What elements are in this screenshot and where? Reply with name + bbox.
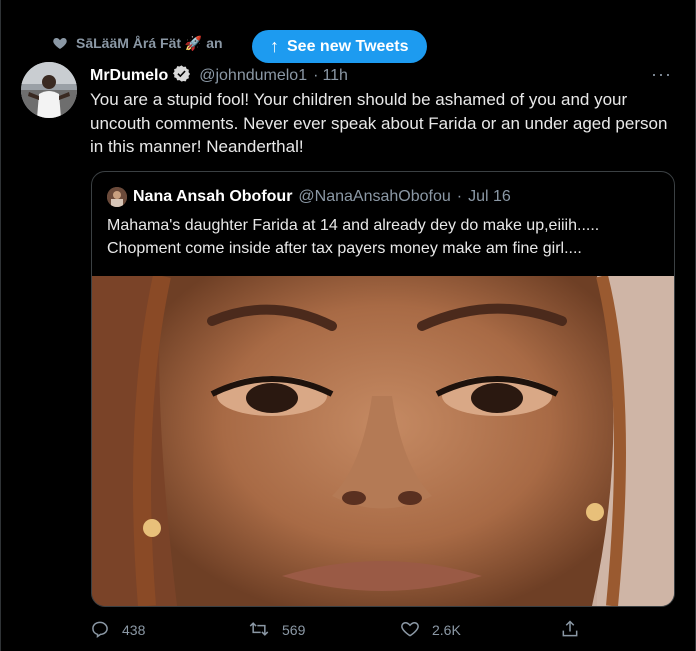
share-icon (560, 619, 580, 642)
reply-icon (90, 619, 110, 642)
reply-button[interactable]: 438 (90, 619, 145, 642)
quoted-author-name: Nana Ansah Obofour (133, 188, 293, 205)
reply-count: 438 (122, 622, 146, 638)
tweet-header: MrDumelo @johndumelo1 · 11h (90, 64, 348, 88)
arrow-up-icon: ↑ (270, 36, 279, 56)
tweet-text: You are a stupid fool! Your children sho… (90, 90, 668, 156)
quoted-tweet-text: Mahama's daughter Farida at 14 and alrea… (107, 217, 600, 257)
heart-icon (52, 35, 68, 51)
quoted-date: Jul 16 (468, 188, 511, 205)
retweet-count: 569 (282, 622, 306, 638)
social-context-text[interactable]: SāLääM Årá Fät 🚀 an (76, 35, 223, 52)
retweet-icon (248, 619, 270, 642)
see-new-tweets-button[interactable]: ↑ See new Tweets (252, 30, 427, 63)
like-count: 2.6K (432, 622, 461, 638)
author-name[interactable]: MrDumelo (90, 67, 168, 85)
tweet-time[interactable]: 11h (322, 67, 348, 85)
separator: · (313, 67, 319, 84)
social-context: SāLääM Årá Fät 🚀 an (53, 30, 223, 56)
retweet-button[interactable]: 569 (248, 619, 305, 642)
share-button[interactable] (560, 619, 580, 642)
see-new-tweets-label: See new Tweets (287, 37, 409, 55)
like-button[interactable]: 2.6K (400, 619, 461, 642)
quoted-author-handle: @NanaAnsahObofou (298, 188, 451, 205)
quoted-tweet[interactable]: Nana Ansah Obofour @NanaAnsahObofou · Ju… (91, 171, 675, 607)
author-handle[interactable]: @johndumelo1 (199, 67, 307, 85)
like-icon (400, 619, 420, 642)
quoted-avatar (107, 187, 127, 207)
verified-badge-icon (172, 64, 191, 88)
quoted-separator: · (456, 188, 463, 205)
avatar[interactable] (21, 62, 77, 118)
more-icon[interactable]: ··· (651, 64, 672, 85)
quoted-media-image[interactable] (92, 274, 674, 606)
quoted-tweet-header: Nana Ansah Obofour @NanaAnsahObofou · Ju… (107, 187, 511, 207)
tweet-actions: 438 569 2.6K (90, 618, 590, 642)
